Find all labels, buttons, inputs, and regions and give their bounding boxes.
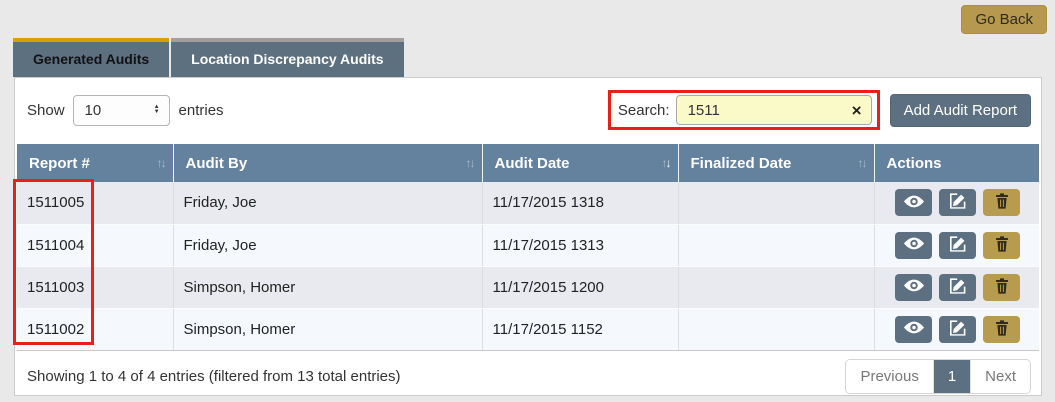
table-row: 1511002 Simpson, Homer 11/17/2015 1152 (17, 308, 1039, 350)
column-header-actions: Actions (874, 144, 1039, 182)
tab-generated-audits[interactable]: Generated Audits (13, 38, 169, 77)
finalized-date-cell (678, 308, 874, 350)
view-button[interactable] (895, 316, 932, 343)
delete-button[interactable] (983, 316, 1020, 343)
audit-date-cell: 11/17/2015 1318 (482, 182, 678, 224)
sort-icon: ↑↓ (858, 156, 866, 170)
tab-bar: Generated Audits Location Discrepancy Au… (13, 38, 1055, 77)
audit-by-cell: Friday, Joe (173, 224, 482, 266)
report-number-cell: 1511003 (17, 266, 173, 308)
search-value: 1511 (688, 102, 720, 119)
go-back-button[interactable]: Go Back (961, 5, 1047, 34)
table-controls: Show 10 ▲▼ entries Search: 1511 × Add Au… (15, 78, 1041, 139)
edit-icon (950, 193, 966, 212)
annotation-highlight-search: Search: 1511 × (608, 90, 880, 130)
trash-icon (995, 278, 1009, 297)
edit-button[interactable] (939, 316, 976, 343)
pagination: Previous 1 Next (845, 359, 1031, 394)
table-row: 1511005 Friday, Joe 11/17/2015 1318 (17, 182, 1039, 224)
sort-icon-active-desc: ↑↓ (662, 156, 670, 170)
page-size-value: 10 (85, 102, 102, 119)
audit-date-cell: 11/17/2015 1200 (482, 266, 678, 308)
eye-icon (904, 195, 924, 211)
audits-panel: Show 10 ▲▼ entries Search: 1511 × Add Au… (14, 77, 1042, 396)
previous-page-button[interactable]: Previous (846, 360, 932, 393)
eye-icon (904, 279, 924, 295)
edit-icon (950, 320, 966, 339)
audit-by-cell: Simpson, Homer (173, 308, 482, 350)
view-button[interactable] (895, 189, 932, 216)
page-size-select[interactable]: 10 ▲▼ (73, 95, 170, 126)
search-input[interactable]: 1511 × (676, 95, 872, 125)
view-button[interactable] (895, 232, 932, 259)
eye-icon (904, 321, 924, 337)
report-number-cell: 1511004 (17, 224, 173, 266)
add-audit-report-button[interactable]: Add Audit Report (890, 94, 1031, 127)
controls-right: Search: 1511 × Add Audit Report (608, 90, 1031, 130)
table-row: 1511003 Simpson, Homer 11/17/2015 1200 (17, 266, 1039, 308)
audit-by-cell: Simpson, Homer (173, 266, 482, 308)
column-header-audit-date[interactable]: Audit Date ↑↓ (482, 144, 678, 182)
top-bar: Go Back (0, 0, 1055, 38)
finalized-date-cell (678, 224, 874, 266)
search-label: Search: (618, 102, 670, 119)
sort-icon: ↑↓ (157, 156, 165, 170)
delete-button[interactable] (983, 232, 1020, 259)
audits-table: Report # ↑↓ Audit By ↑↓ Audit Date ↑↓ Fi… (17, 144, 1039, 351)
clear-search-icon[interactable]: × (852, 102, 862, 119)
entries-summary: Showing 1 to 4 of 4 entries (filtered fr… (27, 368, 401, 385)
trash-icon (995, 236, 1009, 255)
edit-icon (950, 278, 966, 297)
audit-date-cell: 11/17/2015 1313 (482, 224, 678, 266)
finalized-date-cell (678, 182, 874, 224)
edit-button[interactable] (939, 189, 976, 216)
trash-icon (995, 193, 1009, 212)
delete-button[interactable] (983, 274, 1020, 301)
sort-icon: ↑↓ (466, 156, 474, 170)
table-footer: Showing 1 to 4 of 4 entries (filtered fr… (15, 351, 1041, 402)
delete-button[interactable] (983, 189, 1020, 216)
edit-button[interactable] (939, 274, 976, 301)
edit-icon (950, 236, 966, 255)
page-size-control: Show 10 ▲▼ entries (27, 95, 224, 126)
column-header-report[interactable]: Report # ↑↓ (17, 144, 173, 182)
next-page-button[interactable]: Next (970, 360, 1030, 393)
table-row: 1511004 Friday, Joe 11/17/2015 1313 (17, 224, 1039, 266)
page-1-button[interactable]: 1 (933, 360, 970, 393)
column-header-audit-by[interactable]: Audit By ↑↓ (173, 144, 482, 182)
audit-by-cell: Friday, Joe (173, 182, 482, 224)
report-number-cell: 1511005 (17, 182, 173, 224)
show-label: Show (27, 102, 65, 119)
trash-icon (995, 320, 1009, 339)
table-header-row: Report # ↑↓ Audit By ↑↓ Audit Date ↑↓ Fi… (17, 144, 1039, 182)
view-button[interactable] (895, 274, 932, 301)
entries-label: entries (179, 102, 224, 119)
column-header-finalized-date[interactable]: Finalized Date ↑↓ (678, 144, 874, 182)
spinner-icon: ▲▼ (154, 105, 160, 115)
audit-date-cell: 11/17/2015 1152 (482, 308, 678, 350)
report-number-cell: 1511002 (17, 308, 173, 350)
edit-button[interactable] (939, 232, 976, 259)
tab-location-discrepancy-audits[interactable]: Location Discrepancy Audits (171, 38, 403, 77)
finalized-date-cell (678, 266, 874, 308)
eye-icon (904, 237, 924, 253)
